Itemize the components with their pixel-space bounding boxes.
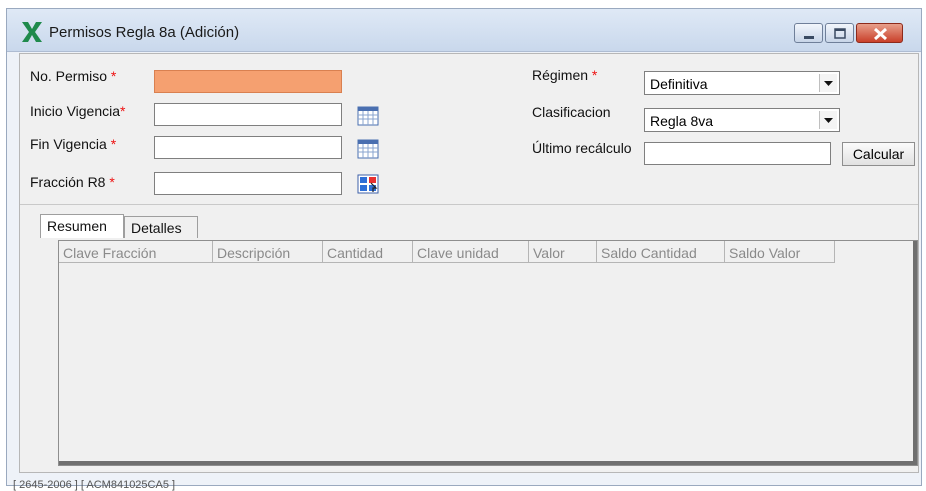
- close-button[interactable]: [856, 23, 903, 43]
- status-bar: [ 2645-2006 ] [ ACM841025CA5 ]: [13, 479, 176, 491]
- no-permiso-input[interactable]: [154, 70, 342, 93]
- column-header[interactable]: Descripción: [213, 241, 323, 263]
- column-header[interactable]: Cantidad: [323, 241, 413, 263]
- column-header[interactable]: Clave unidad: [413, 241, 529, 263]
- minimize-icon: [804, 36, 814, 39]
- window: Permisos Regla 8a (Adición) No. Permiso …: [6, 8, 922, 491]
- data-grid[interactable]: Clave Fracción Descripción Cantidad Clav…: [58, 240, 918, 466]
- maximize-button[interactable]: [825, 23, 854, 43]
- column-header[interactable]: Saldo Valor: [725, 241, 835, 263]
- inicio-vigencia-input[interactable]: [154, 103, 342, 126]
- regimen-select[interactable]: Definitiva: [644, 71, 840, 95]
- fin-vigencia-label: Fin Vigencia *: [30, 136, 117, 152]
- ultimo-recalculo-input[interactable]: [644, 142, 831, 165]
- clasificacion-label: Clasificacion: [532, 104, 611, 120]
- tab-resumen[interactable]: Resumen: [40, 214, 124, 238]
- calcular-button[interactable]: Calcular: [842, 142, 915, 166]
- column-header[interactable]: Clave Fracción: [59, 241, 213, 263]
- clasificacion-select[interactable]: Regla 8va: [644, 108, 840, 132]
- regimen-label: Régimen *: [532, 67, 598, 83]
- inicio-vigencia-label: Inicio Vigencia*: [30, 103, 126, 119]
- column-header[interactable]: Valor: [529, 241, 597, 263]
- title-bar: Permisos Regla 8a (Adición): [7, 9, 921, 52]
- dropdown-arrow-icon[interactable]: [819, 111, 837, 129]
- regimen-value: Definitiva: [650, 76, 708, 92]
- dropdown-arrow-icon[interactable]: [819, 74, 837, 92]
- no-permiso-label: No. Permiso *: [30, 68, 117, 84]
- app-logo-icon: [22, 22, 42, 42]
- lookup-grid-icon[interactable]: [357, 174, 379, 194]
- calendar-icon[interactable]: [357, 139, 379, 159]
- fraccion-r8-label: Fracción R8 *: [30, 174, 115, 190]
- fin-vigencia-input[interactable]: [154, 136, 342, 159]
- clasificacion-value: Regla 8va: [650, 113, 714, 129]
- calendar-icon[interactable]: [357, 106, 379, 126]
- window-title: Permisos Regla 8a (Adición): [49, 24, 240, 41]
- separator: [20, 204, 918, 205]
- ultimo-recalculo-label: Último recálculo: [532, 140, 632, 156]
- close-icon: [873, 27, 888, 41]
- tab-detalles[interactable]: Detalles: [124, 216, 198, 238]
- permit-form: No. Permiso * Inicio Vigencia* Fin Vigen…: [19, 53, 919, 473]
- column-header[interactable]: Saldo Cantidad: [597, 241, 725, 263]
- minimize-button[interactable]: [794, 23, 823, 43]
- maximize-icon: [834, 28, 846, 39]
- fraccion-r8-input[interactable]: [154, 172, 342, 195]
